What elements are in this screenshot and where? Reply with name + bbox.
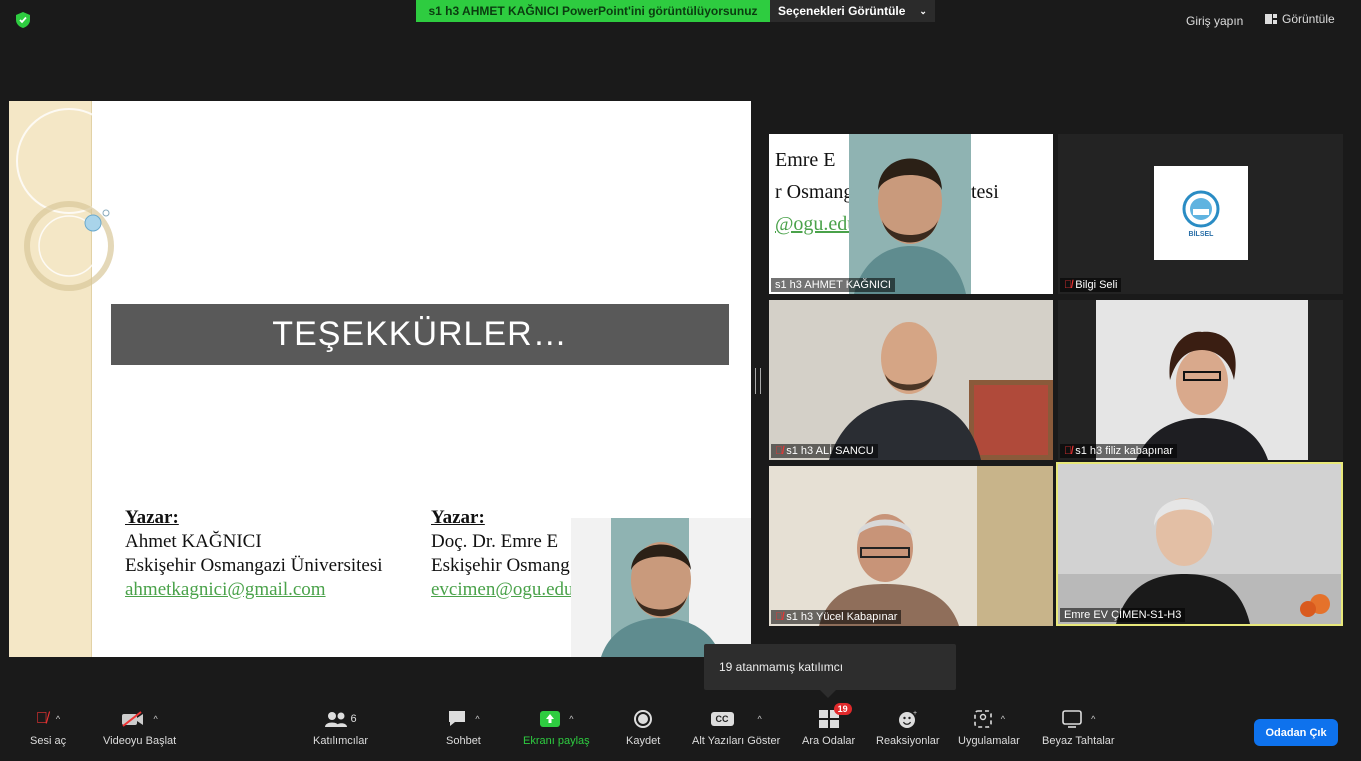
chevron-up-icon[interactable]: ^: [56, 714, 60, 724]
tooltip-arrow: [820, 690, 836, 698]
captions-label: Alt Yazıları Göster: [692, 735, 781, 747]
participants-count: 6: [350, 713, 357, 725]
mic-muted-icon: 🎙̸: [775, 445, 784, 457]
shield-icon[interactable]: [16, 12, 30, 28]
chevron-down-icon: ⌄: [919, 5, 927, 16]
share-screen-label: Ekranı paylaş: [523, 735, 590, 747]
whiteboard-icon: [1062, 710, 1082, 728]
chat-label: Sohbet: [446, 735, 481, 747]
participant-video: [849, 134, 971, 294]
whiteboards-label: Beyaz Tahtalar: [1042, 735, 1115, 747]
breakout-rooms-button[interactable]: 19 Ara Odalar: [802, 703, 856, 747]
mic-muted-icon: 🎙̸: [1064, 445, 1073, 457]
mic-muted-icon: 🎙̸: [775, 611, 784, 623]
reactions-button[interactable]: + Reaksiyonlar: [876, 707, 940, 747]
apps-icon: [973, 710, 992, 728]
bilsel-logo: BİLSEL: [1154, 166, 1248, 260]
apps-label: Uygulamalar: [958, 735, 1020, 747]
record-button[interactable]: Kaydet: [626, 707, 660, 747]
video-off-icon: [122, 711, 144, 727]
cc-icon: CC: [710, 712, 734, 726]
participant-tile[interactable]: Emre E r Osmang @ogu.edu tesi s1 h3 AHME…: [769, 134, 1053, 294]
participant-name: 🎙̸ s1 h3 Yücel Kabapınar: [771, 610, 902, 624]
author-email-link[interactable]: ahmetkagnici@gmail.com: [125, 578, 383, 602]
view-options-button[interactable]: Seçenekleri Görüntüle ⌄: [770, 0, 935, 22]
reactions-icon: +: [898, 710, 917, 728]
split-drag-handle[interactable]: [755, 368, 761, 394]
participant-tile[interactable]: 🎙̸ s1 h3 filiz kabapınar: [1058, 300, 1343, 460]
leave-room-button[interactable]: Odadan Çık: [1254, 719, 1338, 746]
participant-video: [1096, 300, 1308, 460]
start-video-label: Videoyu Başlat: [103, 735, 177, 747]
author-affiliation: Eskişehir Osmangazi Üniversitesi: [125, 555, 383, 576]
participant-name: 🎙̸ s1 h3 filiz kabapınar: [1060, 444, 1178, 458]
apps-button[interactable]: ^ Uygulamalar: [958, 707, 1020, 747]
view-options-label: Seçenekleri Görüntüle: [778, 4, 906, 18]
share-screen-button[interactable]: ^ Ekranı paylaş: [523, 707, 590, 747]
share-screen-icon: [540, 711, 561, 727]
shared-slide[interactable]: TEŞEKKÜRLER… Yazar: Ahmet KAĞNICI Eskişe…: [9, 101, 751, 657]
participant-tile[interactable]: 🎙̸ s1 h3 Yücel Kabapınar: [769, 466, 1053, 626]
participant-tile[interactable]: 🎙̸ s1 h3 ALİ SANCU: [769, 300, 1053, 460]
chevron-up-icon[interactable]: ^: [758, 714, 762, 724]
record-label: Kaydet: [626, 735, 661, 747]
chevron-up-icon[interactable]: ^: [1091, 714, 1095, 724]
bilsel-logo-icon: [1182, 190, 1220, 227]
participants-label: Katılımcılar: [313, 735, 369, 747]
svg-text:+: +: [913, 710, 917, 717]
record-icon: [634, 710, 653, 728]
participants-icon: [325, 712, 348, 727]
participant-name: s1 h3 AHMET KAĞNICI: [771, 278, 895, 292]
author-heading: Yazar:: [125, 507, 179, 528]
slide-title: TEŞEKKÜRLER…: [111, 304, 729, 365]
tile-background-slide-text: Emre E r Osmang @ogu.edu: [775, 149, 858, 235]
view-label: Görüntüle: [1282, 12, 1335, 26]
chevron-up-icon[interactable]: ^: [1001, 714, 1005, 724]
chevron-up-icon[interactable]: ^: [569, 714, 573, 724]
view-button[interactable]: Görüntüle: [1265, 12, 1335, 26]
participant-tile[interactable]: BİLSEL 🎙̸ Bilgi Seli: [1058, 134, 1343, 294]
mic-muted-icon: 🎙̸: [1064, 279, 1073, 291]
chevron-up-icon[interactable]: ^: [475, 714, 479, 724]
chat-button[interactable]: ^ Sohbet: [446, 707, 481, 747]
whiteboards-button[interactable]: ^ Beyaz Tahtalar: [1042, 707, 1115, 747]
tile-background-slide-text: tesi: [971, 181, 999, 203]
captions-button[interactable]: CC ^ Alt Yazıları Göster: [692, 707, 780, 747]
breakout-tooltip: 19 atanmamış katılımcı: [704, 644, 956, 690]
participant-name: Emre EV ÇİMEN-S1-H3: [1060, 608, 1186, 622]
sharing-banner: s1 h3 AHMET KAĞNICI PowerPoint'ini görün…: [416, 0, 770, 22]
mic-muted-icon: 🎙̸: [35, 710, 48, 727]
participants-button[interactable]: 6 Katılımcılar: [313, 707, 368, 747]
participant-tile-active-speaker[interactable]: Emre EV ÇİMEN-S1-H3: [1056, 462, 1343, 626]
start-video-button[interactable]: ^ Videoyu Başlat: [103, 707, 176, 747]
breakout-rooms-label: Ara Odalar: [802, 735, 856, 747]
chat-icon: [449, 711, 466, 726]
participant-video: [1058, 464, 1341, 624]
author-name: Ahmet KAĞNICI: [125, 531, 262, 552]
participant-video: [769, 300, 1053, 460]
layout-icon: [1265, 14, 1277, 24]
slide-decoration-circles: [16, 108, 122, 291]
author-block-1: Yazar: Ahmet KAĞNICI Eskişehir Osmangazi…: [125, 506, 383, 602]
participant-name: 🎙̸ Bilgi Seli: [1060, 278, 1122, 292]
unmute-label: Sesi aç: [30, 735, 67, 747]
sign-in-link[interactable]: Giriş yapın: [1186, 14, 1243, 28]
unmute-button[interactable]: 🎙̸ ^ Sesi aç: [30, 707, 66, 747]
chevron-up-icon[interactable]: ^: [153, 714, 157, 724]
presenter-camera-overlay: [571, 518, 751, 657]
participant-video: [769, 466, 1053, 626]
breakout-badge: 19: [833, 703, 852, 715]
participant-name: 🎙̸ s1 h3 ALİ SANCU: [771, 444, 878, 458]
reactions-label: Reaksiyonlar: [876, 735, 940, 747]
